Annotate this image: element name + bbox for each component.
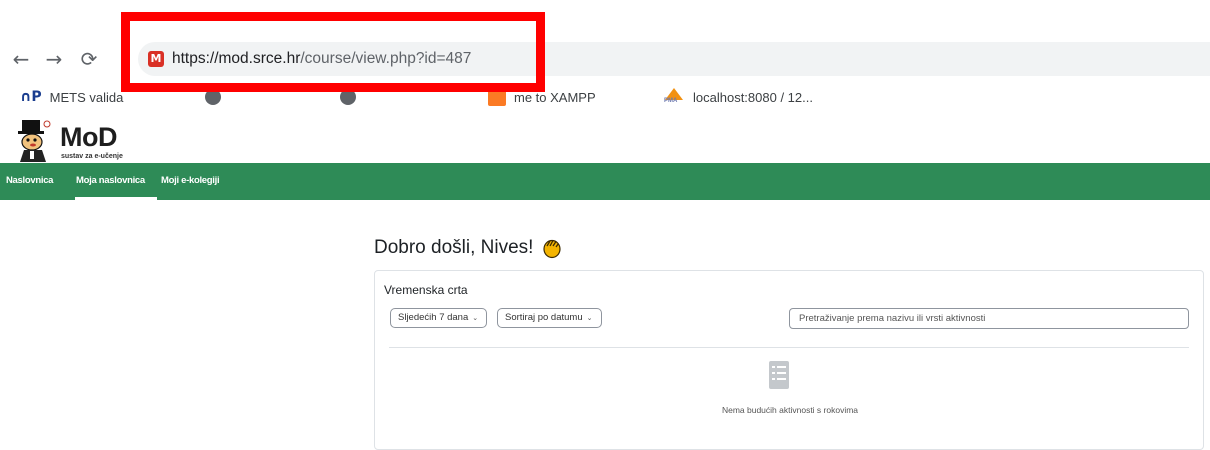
nav-item-naslovnica[interactable]: Naslovnica (6, 175, 53, 186)
filter-dropdown[interactable]: Sljedećih 7 dana ⌄ (390, 308, 488, 328)
filter-value: Sljedećih 7 dana (398, 312, 469, 323)
back-arrow-icon[interactable]: ← (8, 46, 34, 72)
timeline-title: Vremenska crta (384, 283, 468, 297)
browser-tab-strip (0, 0, 1210, 38)
browser-toolbar: ← → ⟳ М https://mod.srce.hr/course/view.… (0, 38, 1210, 80)
empty-list-icon (769, 361, 789, 389)
bookmarks-bar: ∩P METS valida me to XAMPP localhost:808… (0, 80, 1210, 114)
bookmark-localhost[interactable]: localhost:8080 / 12... (663, 86, 813, 108)
xampp-icon (488, 88, 506, 106)
primary-nav: Naslovnica Moja naslovnica Moji e-kolegi… (0, 163, 1210, 200)
sort-value: Sortiraj po datumu (505, 312, 583, 323)
site-tagline: sustav za e-učenje (61, 153, 123, 160)
site-logo[interactable]: MoD sustav za e-učenje (14, 118, 154, 162)
phpmyadmin-icon (663, 88, 685, 106)
mascot-icon (18, 120, 51, 162)
timeline-search-input[interactable]: Pretraživanje prema nazivu ili vrsti akt… (789, 308, 1189, 329)
nav-item-moji-e-kolegiji[interactable]: Moji e-kolegiji (161, 175, 220, 186)
nav-active-indicator (75, 197, 157, 200)
url-text[interactable]: https://mod.srce.hr/course/view.php?id=4… (172, 50, 471, 68)
bookmark-label: me to XAMPP (514, 89, 596, 105)
up-logo-icon: ∩P (20, 89, 42, 105)
url-path: /course/view.php?id=487 (300, 50, 472, 67)
forward-arrow-icon[interactable]: → (41, 46, 67, 72)
waving-hand-icon (543, 239, 562, 259)
divider (389, 347, 1189, 348)
url-host: https://mod.srce.hr (172, 50, 301, 67)
chevron-down-icon: ⌄ (472, 314, 479, 322)
reload-icon[interactable]: ⟳ (76, 46, 102, 72)
site-brand: MoD (60, 122, 117, 152)
globe-icon (340, 89, 356, 105)
chevron-down-icon: ⌄ (586, 314, 593, 322)
bookmark-mets[interactable]: ∩P METS valida (20, 86, 123, 108)
bookmark-label: localhost:8080 / 12... (693, 89, 813, 105)
sort-dropdown[interactable]: Sortiraj po datumu ⌄ (497, 308, 602, 328)
bookmark-globe-1[interactable] (205, 86, 229, 108)
empty-state-text: Nema budućih aktivnosti s rokovima (721, 405, 859, 415)
globe-icon (205, 89, 221, 105)
search-placeholder: Pretraživanje prema nazivu ili vrsti akt… (799, 313, 986, 324)
site-header: MoD sustav za e-učenje (0, 114, 1210, 163)
welcome-text: Dobro došli, Nives! (374, 237, 534, 258)
bookmark-xampp[interactable]: me to XAMPP (488, 86, 596, 108)
address-bar[interactable]: М https://mod.srce.hr/course/view.php?id… (138, 42, 1210, 76)
site-favicon-icon: М (148, 51, 164, 67)
timeline-block: Vremenska crta Sljedećih 7 dana ⌄ Sortira… (374, 270, 1204, 450)
nav-item-moja-naslovnica[interactable]: Moja naslovnica (76, 175, 145, 186)
bookmark-label: METS valida (49, 89, 124, 105)
welcome-heading: Dobro došli, Nives! (374, 237, 563, 259)
bookmark-globe-2[interactable] (340, 86, 364, 108)
